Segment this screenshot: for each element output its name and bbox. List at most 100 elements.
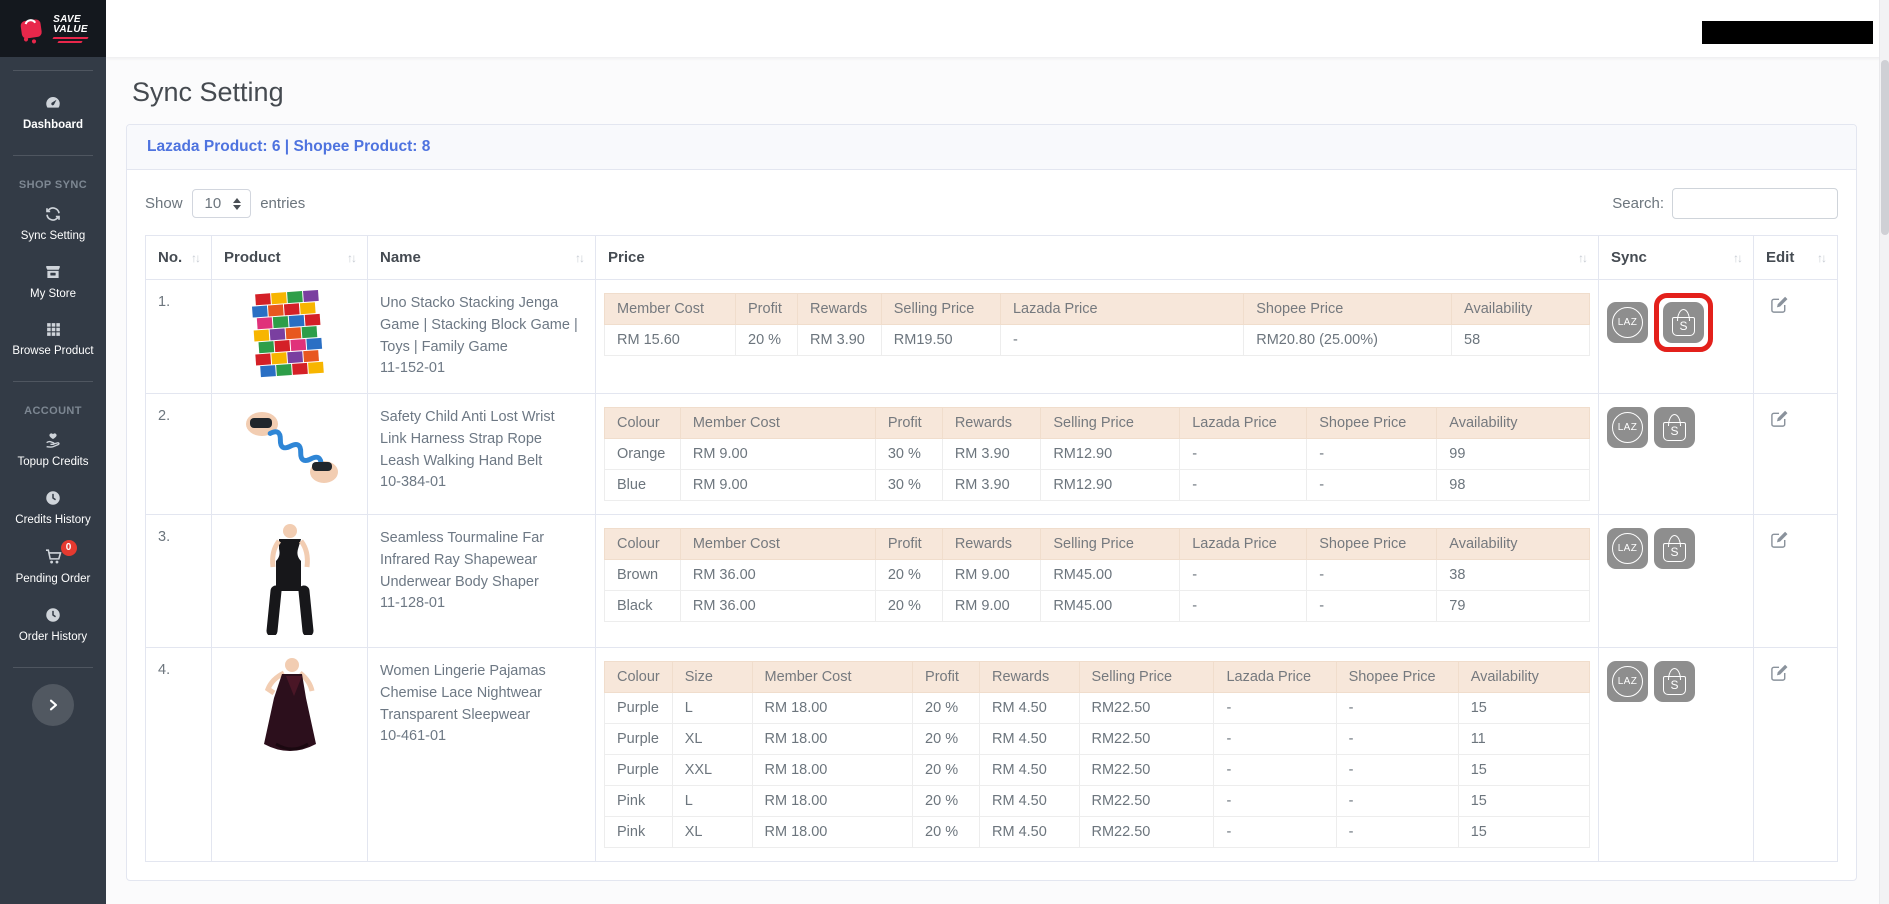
price-value-cell: - xyxy=(1179,438,1308,470)
price-value-cell: 38 xyxy=(1436,559,1590,591)
price-value-cell: RM 3.90 xyxy=(797,324,882,356)
price-value-cell: Purple xyxy=(604,723,673,755)
sort-icon[interactable]: ↑↓ xyxy=(1578,251,1588,265)
product-cell xyxy=(211,279,368,394)
sidebar-item-label: Credits History xyxy=(15,514,91,526)
edit-icon[interactable] xyxy=(1770,663,1789,682)
price-column-header: Shopee Price xyxy=(1243,293,1453,325)
clock-icon xyxy=(44,489,62,507)
sidebar-item-credits-history[interactable]: Credits History xyxy=(0,479,106,537)
lazada-sync-button[interactable]: LAZ xyxy=(1607,528,1648,569)
table-row: 3. Seamless Tourmaline Far Infrared Ray … xyxy=(145,514,1838,648)
vertical-scrollbar[interactable] xyxy=(1879,0,1889,904)
lazada-sync-button[interactable]: LAZ xyxy=(1607,302,1648,343)
price-cell: Colour Size Member Cost Profit Rewards Sellin… xyxy=(595,647,1599,862)
edit-cell xyxy=(1753,514,1838,648)
edit-cell xyxy=(1753,393,1838,515)
price-row: Brown RM 36.00 20 % RM 9.00 RM45.00- -38 xyxy=(604,559,1590,591)
price-value-cell: RM 15.60 xyxy=(604,324,736,356)
shopee-sync-button[interactable]: S xyxy=(1654,407,1695,448)
price-value-cell: - xyxy=(1306,469,1438,501)
lazada-sync-button[interactable]: LAZ xyxy=(1607,661,1648,702)
price-value-cell: RM22.50 xyxy=(1078,754,1215,786)
header-price[interactable]: Price ↑↓ xyxy=(595,235,1599,280)
sort-icon[interactable]: ↑↓ xyxy=(575,251,585,265)
header-product[interactable]: Product ↑↓ xyxy=(211,235,368,280)
price-value-cell: RM 4.50 xyxy=(979,754,1080,786)
price-row: RM 15.60 20 % RM 3.90 RM19.50- RM20.80 (25.0… xyxy=(604,324,1590,356)
price-value-cell: Blue xyxy=(604,469,681,501)
price-row: Pink L RM 18.00 20 % RM 4.50 RM22.50- -15 xyxy=(604,785,1591,817)
product-name-cell: Seamless Tourmaline Far Infrared Ray Sha… xyxy=(367,514,596,648)
content-area: Sync Setting Lazada Product: 6 | Shopee … xyxy=(106,57,1889,881)
sidebar-item-pending-order[interactable]: 0 Pending Order xyxy=(0,537,106,596)
sidebar-collapse-button[interactable] xyxy=(32,684,74,726)
search-label: Search: xyxy=(1612,195,1664,212)
sort-icon[interactable]: ↑↓ xyxy=(347,251,357,265)
scrollbar-thumb[interactable] xyxy=(1881,60,1889,235)
price-value-cell: 58 xyxy=(1451,324,1590,356)
product-code: 11-128-01 xyxy=(380,595,446,612)
sidebar-item-browse-product[interactable]: Browse Product xyxy=(0,311,106,368)
lazada-sync-button[interactable]: LAZ xyxy=(1607,407,1648,448)
price-column-header: Selling Price xyxy=(1078,661,1215,693)
sort-icon[interactable]: ↑↓ xyxy=(1817,251,1827,265)
edit-icon[interactable] xyxy=(1770,409,1789,428)
price-value-cell: XL xyxy=(671,816,753,848)
price-row: Black RM 36.00 20 % RM 9.00 RM45.00- -79 xyxy=(604,590,1590,622)
brand-logo[interactable]: SAVE VALUE xyxy=(0,0,106,57)
row-number: 2. xyxy=(145,393,212,515)
header-sync[interactable]: Sync ↑↓ xyxy=(1598,235,1754,280)
shopee-sync-button[interactable]: S xyxy=(1654,528,1695,569)
price-value-cell: Purple xyxy=(604,692,673,724)
price-value-cell: RM22.50 xyxy=(1078,785,1215,817)
store-icon xyxy=(44,263,62,281)
page-title: Sync Setting xyxy=(132,77,284,107)
sidebar-item-topup-credits[interactable]: Topup Credits xyxy=(0,421,106,479)
sidebar-item-order-history[interactable]: Order History xyxy=(0,596,106,654)
price-value-cell: - xyxy=(1213,754,1337,786)
shopee-sync-button[interactable]: S xyxy=(1663,302,1704,343)
price-value-cell: 98 xyxy=(1436,469,1590,501)
price-value-cell: - xyxy=(1179,590,1308,622)
price-value-cell: - xyxy=(1213,723,1337,755)
price-column-header: Rewards xyxy=(941,528,1042,560)
page-size-select[interactable]: 10 xyxy=(191,189,252,218)
price-value-cell: - xyxy=(1335,816,1459,848)
sidebar-item-label: Pending Order xyxy=(15,573,91,585)
header-edit[interactable]: Edit ↑↓ xyxy=(1753,235,1838,280)
price-value-cell: RM 18.00 xyxy=(751,785,914,817)
sort-icon[interactable]: ↑↓ xyxy=(1733,251,1743,265)
edit-cell xyxy=(1753,279,1838,394)
price-value-cell: - xyxy=(1213,692,1337,724)
chevron-right-icon xyxy=(45,697,61,713)
price-subtable: Colour Member Cost Profit Rewards Selling Pr… xyxy=(604,407,1590,501)
price-column-header: Availability xyxy=(1451,293,1590,325)
price-row: Purple XXL RM 18.00 20 % RM 4.50 RM22.50- -15 xyxy=(604,754,1591,786)
header-name[interactable]: Name ↑↓ xyxy=(367,235,596,280)
table-controls: Show 10 entries Search: xyxy=(145,188,1838,219)
price-column-header: Profit xyxy=(874,528,943,560)
price-value-cell: 20 % xyxy=(734,324,799,356)
price-value-cell: RM 4.50 xyxy=(979,816,1080,848)
product-code: 10-384-01 xyxy=(380,474,447,491)
price-value-cell: RM 9.00 xyxy=(679,469,876,501)
sidebar-item-sync-setting[interactable]: Sync Setting xyxy=(0,195,106,253)
price-value-cell: L xyxy=(671,785,753,817)
header-no[interactable]: No. ↑↓ xyxy=(145,235,212,280)
sort-icon[interactable]: ↑↓ xyxy=(191,251,201,265)
price-value-cell: RM 4.50 xyxy=(979,723,1080,755)
edit-icon[interactable] xyxy=(1770,530,1789,549)
clock-icon xyxy=(44,606,62,624)
search-input[interactable] xyxy=(1672,188,1838,219)
sidebar-item-dashboard[interactable]: Dashboard xyxy=(0,84,106,142)
price-column-header: Rewards xyxy=(979,661,1080,693)
price-column-header: Lazada Price xyxy=(999,293,1245,325)
edit-icon[interactable] xyxy=(1770,295,1789,314)
sidebar-item-my-store[interactable]: My Store xyxy=(0,253,106,311)
product-image-wrist-strap xyxy=(245,412,338,483)
sidebar-item-label: Browse Product xyxy=(12,345,94,357)
price-value-cell: Black xyxy=(604,590,681,622)
shopee-sync-button[interactable]: S xyxy=(1654,661,1695,702)
price-value-cell: - xyxy=(1179,559,1308,591)
